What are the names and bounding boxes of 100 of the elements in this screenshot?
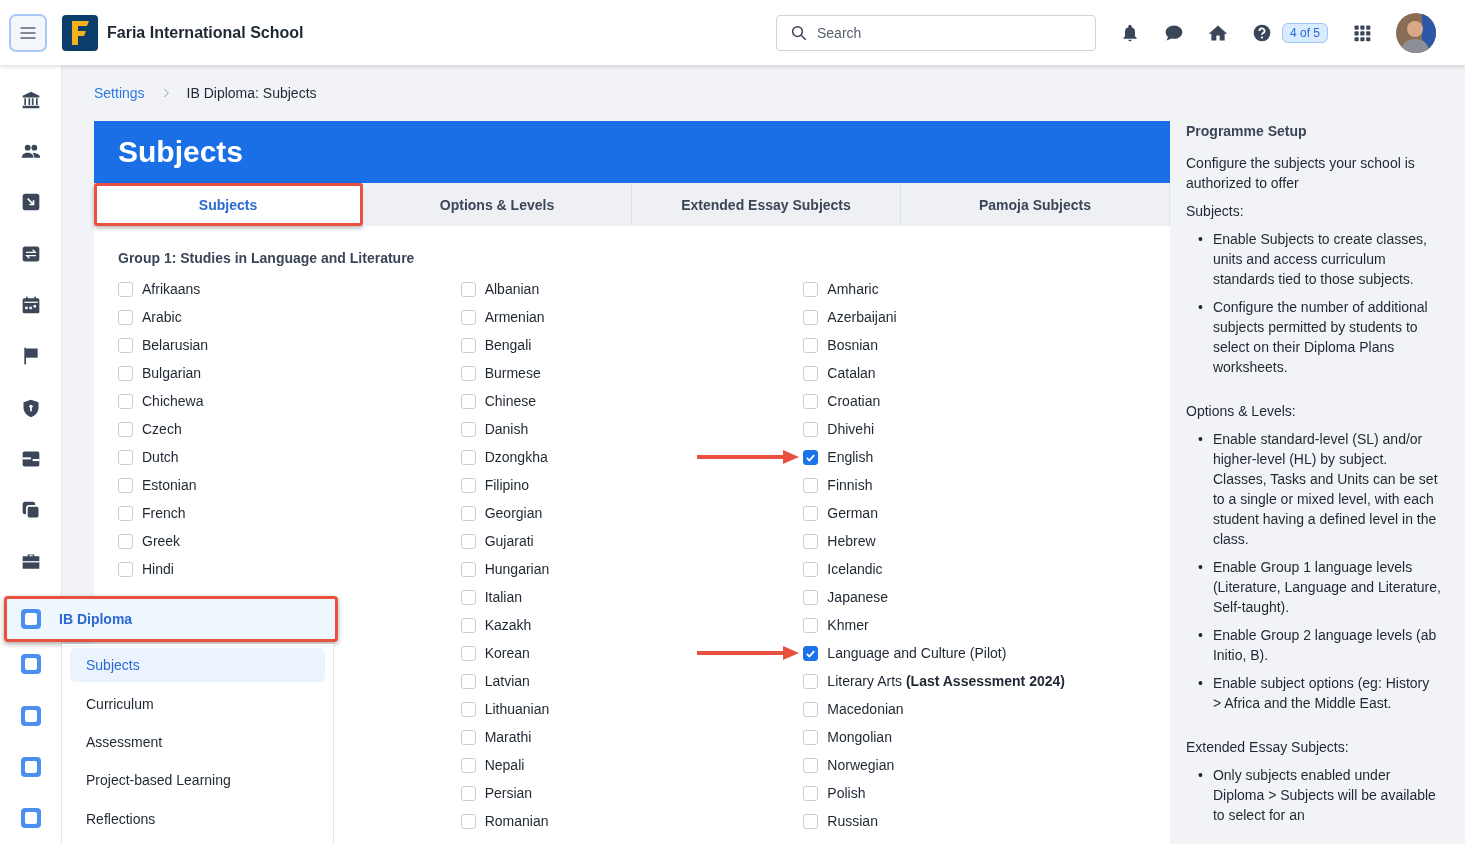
submenu-item[interactable]: Subjects [70,648,325,683]
checkbox[interactable] [460,337,476,353]
checkbox[interactable] [118,477,133,493]
program-icon[interactable] [21,609,41,629]
checkbox[interactable] [118,365,133,381]
bank-icon[interactable] [20,89,41,110]
submenu-item[interactable]: Reflections [70,801,325,837]
checkbox[interactable] [118,533,133,549]
checkbox[interactable] [803,421,819,437]
checkbox[interactable] [803,365,819,381]
subject-label: Chinese [484,393,537,409]
checkbox[interactable] [460,617,476,633]
checkbox[interactable] [460,281,476,297]
help-icon [1251,22,1272,43]
bullet-marker: • [1198,626,1203,645]
menu-button[interactable] [9,13,47,52]
subject-label: Finnish [827,477,873,493]
bullet-marker: • [1198,230,1203,249]
checkbox[interactable] [118,281,133,297]
breadcrumb-link[interactable]: Settings [94,85,145,101]
subject-label: Literary Arts (Last Assessment 2024) [827,673,1065,689]
checkbox[interactable] [460,393,476,409]
checkbox[interactable] [803,533,819,549]
checkbox[interactable] [460,673,476,689]
checkbox[interactable] [118,505,133,521]
checkbox[interactable] [803,757,819,773]
program-icon[interactable] [20,705,41,726]
checkbox[interactable] [460,645,476,661]
calendar-icon[interactable] [20,294,41,315]
checkbox[interactable] [118,449,133,465]
arrow-box-icon[interactable] [20,192,41,213]
section-heading: Extended Essay Subjects: [1186,738,1350,757]
copy-icon[interactable] [20,500,41,521]
subject-label: Azerbaijani [827,309,897,325]
checkbox[interactable] [460,757,476,773]
bullet-text: Enable subject options (eg: History > Africa and the Middle East. [1212,674,1431,713]
ib-diploma-item[interactable]: IB Diploma [4,596,338,642]
checkbox[interactable] [460,589,476,605]
subject-label: Mongolian [827,729,892,745]
checkbox[interactable] [803,729,819,745]
program-icon[interactable] [20,756,41,777]
subject-label: Hebrew [827,533,876,549]
checkbox[interactable] [460,309,476,325]
checkbox[interactable] [803,673,819,689]
checkbox[interactable] [460,561,476,577]
subject-label: Danish [484,421,529,437]
checkbox[interactable] [460,505,476,521]
subject-label: Chichewa [142,393,204,409]
subject-label: Hungarian [484,561,550,577]
checkbox[interactable] [803,617,819,633]
subject-label: Hindi [142,561,174,577]
checkbox[interactable] [803,337,819,353]
checkbox[interactable] [118,561,133,577]
subject-label: Burmese [484,365,541,381]
checkbox[interactable] [460,533,476,549]
school-logo [62,14,98,51]
search-field[interactable]: Search [775,14,1096,51]
checkbox[interactable] [803,701,819,717]
subject-label: Armenian [484,309,545,325]
tab[interactable]: Subjects [94,183,363,226]
checkbox[interactable] [803,813,819,829]
program-icon[interactable] [20,654,41,675]
bullet-text: Only subjects enabled under Diploma > Subjects will be available to select for an [1212,766,1437,825]
checkbox[interactable] [118,421,133,437]
checkbox[interactable] [118,393,133,409]
checkbox[interactable] [460,449,476,465]
checkbox[interactable] [460,701,476,717]
checkbox[interactable] [803,309,819,325]
checkbox[interactable] [460,421,476,437]
checkbox[interactable] [803,449,819,465]
checkbox[interactable] [803,281,819,297]
checkbox[interactable] [460,785,476,801]
checkbox[interactable] [803,561,819,577]
submenu-item[interactable]: Project-based Learning [70,763,325,798]
subject-label: Bulgarian [142,365,202,381]
checkbox[interactable] [803,393,819,409]
bullet-marker: • [1198,558,1203,577]
subject-label: Polish [827,785,866,801]
avatar[interactable] [1396,12,1436,53]
program-icon[interactable] [20,808,41,829]
checkbox[interactable] [118,309,133,325]
checkbox[interactable] [803,645,819,661]
subject-label: Gujarati [484,533,534,549]
section-heading: Subjects: [1186,202,1245,221]
checkbox[interactable] [460,729,476,745]
checkbox[interactable] [118,337,133,353]
subject-label: Greek [142,533,181,549]
checkbox[interactable] [460,813,476,829]
checkbox[interactable] [803,477,819,493]
checkbox[interactable] [803,785,819,801]
submenu-item[interactable]: Curriculum [70,686,325,721]
bullet-text: Enable Group 1 language levels (Literature, Language and Literature, Self-taught). [1212,558,1441,617]
version-badge[interactable]: 4 of 5 [1281,22,1328,43]
checkbox[interactable] [460,477,476,493]
checkbox[interactable] [803,589,819,605]
subject-label: Dzongkha [484,449,548,465]
submenu-item[interactable]: Assessment [70,724,325,760]
subject-label: Filipino [484,477,530,493]
checkbox[interactable] [460,365,476,381]
checkbox[interactable] [803,505,819,521]
